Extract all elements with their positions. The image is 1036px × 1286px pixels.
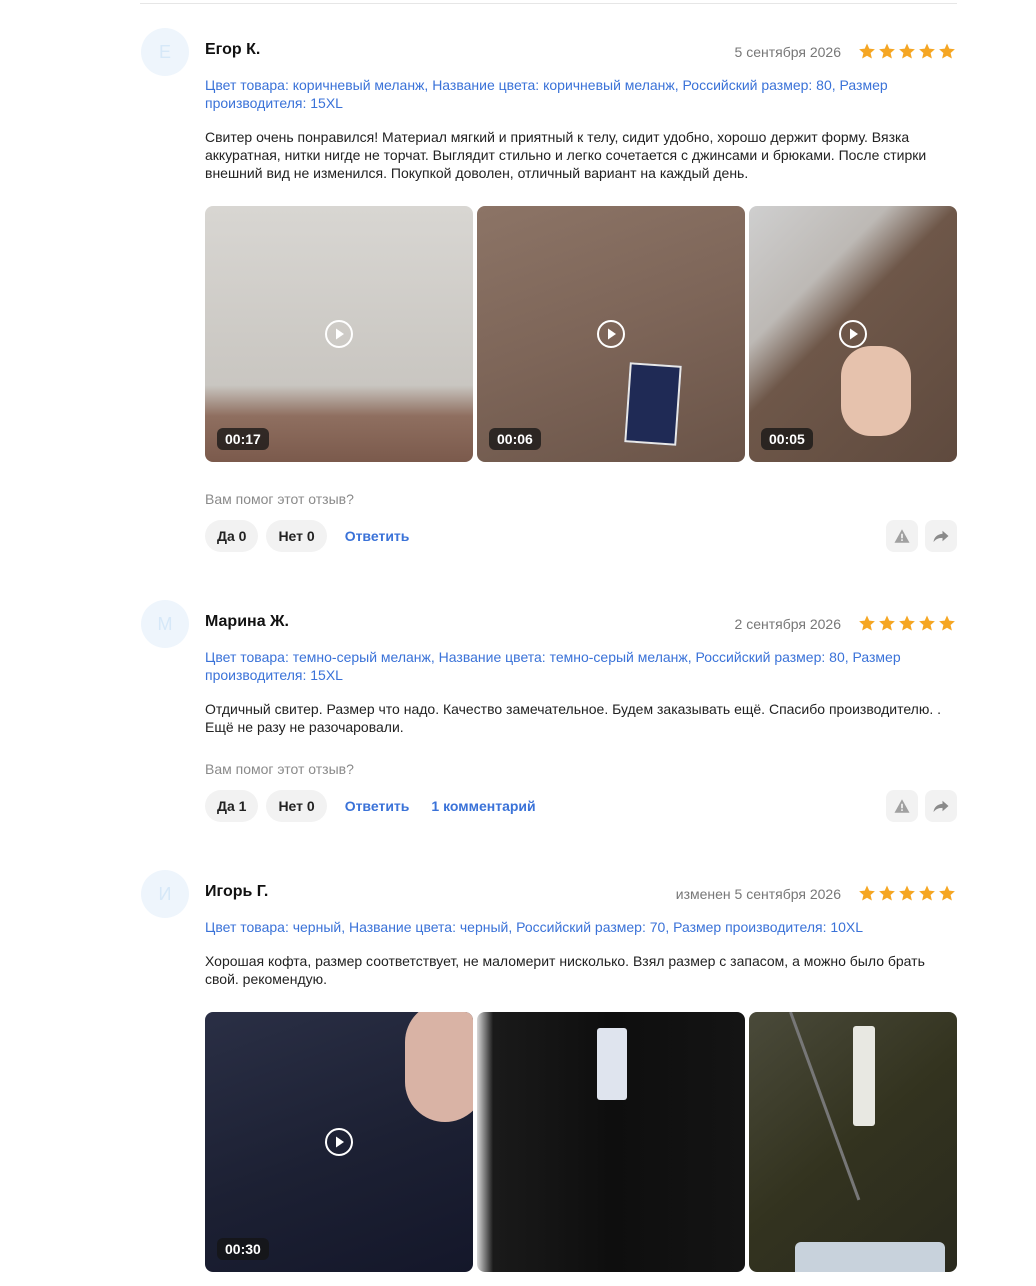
divider bbox=[140, 3, 957, 4]
warning-icon bbox=[894, 529, 910, 543]
review-date: 2 сентября 2026 bbox=[734, 616, 841, 632]
video-duration: 00:30 bbox=[217, 1238, 269, 1260]
play-icon bbox=[325, 320, 353, 348]
star-icon bbox=[879, 43, 895, 59]
play-icon bbox=[839, 320, 867, 348]
review-author: Егор К. bbox=[205, 41, 261, 58]
star-icon bbox=[899, 885, 915, 901]
star-icon bbox=[939, 43, 955, 59]
avatar: Е bbox=[141, 28, 189, 76]
review-author: Игорь Г. bbox=[205, 883, 269, 900]
rating-stars bbox=[858, 614, 958, 632]
share-icon bbox=[933, 530, 949, 542]
video-duration: 00:06 bbox=[489, 428, 541, 450]
video-duration: 00:05 bbox=[761, 428, 813, 450]
star-icon bbox=[859, 43, 875, 59]
product-attributes: Цвет товара: черный, Название цвета: чер… bbox=[205, 919, 864, 935]
helpful-yes-button[interactable]: Да 1 bbox=[205, 790, 259, 822]
review-date: 5 сентября 2026 bbox=[734, 44, 841, 60]
comments-link[interactable]: 1 комментарий bbox=[431, 798, 535, 814]
hand bbox=[405, 1012, 473, 1122]
product-attributes: Цвет товара: темно-серый меланж, Названи… bbox=[205, 649, 901, 683]
star-icon bbox=[939, 615, 955, 631]
review-text: Отдичный свитер. Размер что надо. Качест… bbox=[205, 701, 942, 735]
photo-thumbnail[interactable] bbox=[749, 1012, 957, 1272]
play-icon bbox=[325, 1128, 353, 1156]
rating-stars bbox=[858, 42, 958, 60]
helpful-no-button[interactable]: Нет 0 bbox=[266, 520, 327, 552]
review-author: Марина Ж. bbox=[205, 613, 289, 630]
star-icon bbox=[939, 885, 955, 901]
share-button[interactable] bbox=[925, 520, 957, 552]
star-icon bbox=[879, 615, 895, 631]
review-actions: Да 1 Нет 0 Ответить 1 комментарий bbox=[205, 790, 548, 822]
reply-link[interactable]: Ответить bbox=[345, 798, 410, 814]
star-icon bbox=[879, 885, 895, 901]
video-duration: 00:17 bbox=[217, 428, 269, 450]
video-thumbnail[interactable]: 00:05 bbox=[749, 206, 957, 462]
star-icon bbox=[919, 43, 935, 59]
video-thumbnail[interactable]: 00:17 bbox=[205, 206, 473, 462]
review-text: Хорошая кофта, размер соответствует, не … bbox=[205, 953, 925, 987]
star-icon bbox=[899, 43, 915, 59]
avatar: И bbox=[141, 870, 189, 918]
product-tag bbox=[624, 362, 682, 446]
report-button[interactable] bbox=[886, 520, 918, 552]
play-icon bbox=[597, 320, 625, 348]
product-attributes: Цвет товара: коричневый меланж, Название… bbox=[205, 77, 888, 111]
video-thumbnail[interactable]: 00:30 bbox=[205, 1012, 473, 1272]
review-actions: Да 0 Нет 0 Ответить bbox=[205, 520, 421, 552]
helpful-question: Вам помог этот отзыв? bbox=[205, 761, 354, 777]
report-button[interactable] bbox=[886, 790, 918, 822]
share-button[interactable] bbox=[925, 790, 957, 822]
rating-stars bbox=[858, 884, 958, 902]
star-icon bbox=[899, 615, 915, 631]
helpful-question: Вам помог этот отзыв? bbox=[205, 491, 354, 507]
helpful-yes-button[interactable]: Да 0 bbox=[205, 520, 259, 552]
hand bbox=[841, 346, 911, 436]
star-icon bbox=[859, 885, 875, 901]
warning-icon bbox=[894, 799, 910, 813]
reply-link[interactable]: Ответить bbox=[345, 528, 410, 544]
video-thumbnail[interactable]: 00:06 bbox=[477, 206, 745, 462]
review-text: Свитер очень понравился! Материал мягкий… bbox=[205, 129, 927, 181]
helpful-no-button[interactable]: Нет 0 bbox=[266, 790, 327, 822]
review-date: изменен 5 сентября 2026 bbox=[675, 886, 841, 902]
share-icon bbox=[933, 800, 949, 812]
avatar: М bbox=[141, 600, 189, 648]
product-tag bbox=[853, 1026, 875, 1126]
product-tag bbox=[795, 1242, 945, 1272]
product-tag bbox=[597, 1028, 627, 1100]
zipper bbox=[789, 1012, 861, 1201]
star-icon bbox=[859, 615, 875, 631]
photo-thumbnail[interactable] bbox=[477, 1012, 745, 1272]
star-icon bbox=[919, 615, 935, 631]
media-gallery: 00:17 00:06 00:05 bbox=[205, 206, 957, 462]
media-gallery: 00:30 bbox=[205, 1012, 957, 1272]
star-icon bbox=[919, 885, 935, 901]
